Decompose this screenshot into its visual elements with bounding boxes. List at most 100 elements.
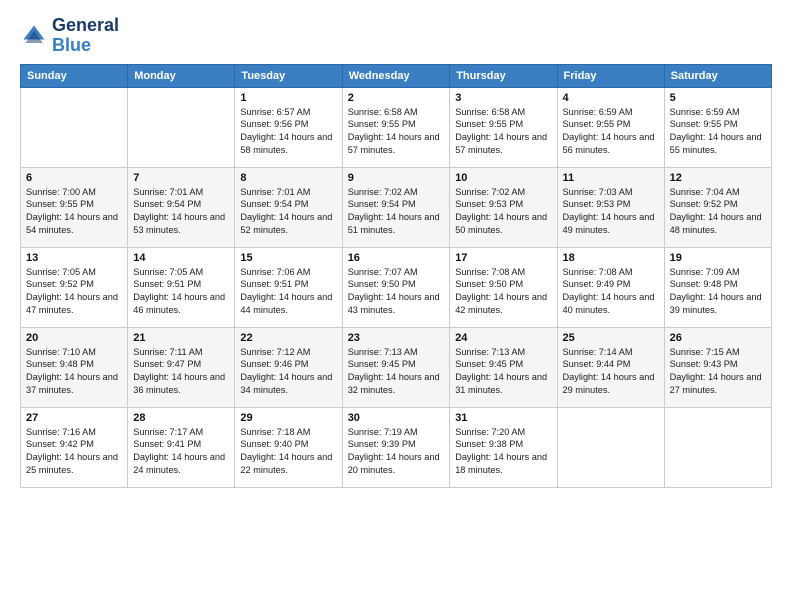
calendar-cell bbox=[21, 87, 128, 167]
calendar-cell bbox=[664, 407, 771, 487]
calendar-cell: 2 Sunrise: 6:58 AM Sunset: 9:55 PM Daylig… bbox=[342, 87, 450, 167]
day-number: 23 bbox=[348, 332, 445, 344]
calendar-cell: 16 Sunrise: 7:07 AM Sunset: 9:50 PM Dayli… bbox=[342, 247, 450, 327]
day-number: 3 bbox=[455, 92, 551, 104]
day-of-week-header: Sunday bbox=[21, 64, 128, 87]
calendar-week-row: 27 Sunrise: 7:16 AM Sunset: 9:42 PM Dayli… bbox=[21, 407, 772, 487]
calendar-cell: 26Sunrise: 7:15 AM Sunset: 9:43 PM Dayli… bbox=[664, 327, 771, 407]
calendar-cell bbox=[557, 407, 664, 487]
day-info: Sunrise: 6:58 AM Sunset: 9:55 PM Dayligh… bbox=[455, 106, 551, 158]
calendar-cell: 21 Sunrise: 7:11 AM Sunset: 9:47 PM Dayli… bbox=[128, 327, 235, 407]
day-number: 9 bbox=[348, 172, 445, 184]
day-info: Sunrise: 7:06 AM Sunset: 9:51 PM Dayligh… bbox=[240, 266, 336, 318]
calendar-week-row: 13 Sunrise: 7:05 AM Sunset: 9:52 PM Dayli… bbox=[21, 247, 772, 327]
calendar-cell: 18Sunrise: 7:08 AM Sunset: 9:49 PM Dayli… bbox=[557, 247, 664, 327]
calendar-cell: 3 Sunrise: 6:58 AM Sunset: 9:55 PM Daylig… bbox=[450, 87, 557, 167]
day-number: 24 bbox=[455, 332, 551, 344]
day-of-week-header: Thursday bbox=[450, 64, 557, 87]
calendar-cell: 24Sunrise: 7:13 AM Sunset: 9:45 PM Dayli… bbox=[450, 327, 557, 407]
calendar-cell: 30 Sunrise: 7:19 AM Sunset: 9:39 PM Dayli… bbox=[342, 407, 450, 487]
calendar-cell: 12 Sunrise: 7:04 AM Sunset: 9:52 PM Dayli… bbox=[664, 167, 771, 247]
day-number: 17 bbox=[455, 252, 551, 264]
day-number: 6 bbox=[26, 172, 122, 184]
day-of-week-header: Monday bbox=[128, 64, 235, 87]
day-info: Sunrise: 7:11 AM Sunset: 9:47 PM Dayligh… bbox=[133, 346, 229, 398]
day-info: Sunrise: 7:02 AM Sunset: 9:54 PM Dayligh… bbox=[348, 186, 445, 238]
calendar-header-row: SundayMondayTuesdayWednesdayThursdayFrid… bbox=[21, 64, 772, 87]
day-number: 13 bbox=[26, 252, 122, 264]
day-info: Sunrise: 7:10 AM Sunset: 9:48 PM Dayligh… bbox=[26, 346, 122, 398]
logo-icon bbox=[20, 22, 48, 50]
calendar-cell: 19 Sunrise: 7:09 AM Sunset: 9:48 PM Dayli… bbox=[664, 247, 771, 327]
day-number: 1 bbox=[240, 92, 336, 104]
day-number: 12 bbox=[670, 172, 766, 184]
day-number: 31 bbox=[455, 412, 551, 424]
day-number: 25 bbox=[563, 332, 659, 344]
day-info: Sunrise: 7:20 AM Sunset: 9:38 PM Dayligh… bbox=[455, 426, 551, 478]
calendar-cell: 22 Sunrise: 7:12 AM Sunset: 9:46 PM Dayli… bbox=[235, 327, 342, 407]
day-number: 20 bbox=[26, 332, 122, 344]
day-number: 2 bbox=[348, 92, 445, 104]
calendar-cell: 14 Sunrise: 7:05 AM Sunset: 9:51 PM Dayli… bbox=[128, 247, 235, 327]
day-number: 14 bbox=[133, 252, 229, 264]
day-info: Sunrise: 7:05 AM Sunset: 9:51 PM Dayligh… bbox=[133, 266, 229, 318]
day-number: 16 bbox=[348, 252, 445, 264]
day-info: Sunrise: 7:13 AM Sunset: 9:45 PM Dayligh… bbox=[348, 346, 445, 398]
day-info: Sunrise: 7:04 AM Sunset: 9:52 PM Dayligh… bbox=[670, 186, 766, 238]
header: General Blue bbox=[20, 16, 772, 56]
day-info: Sunrise: 6:57 AM Sunset: 9:56 PM Dayligh… bbox=[240, 106, 336, 158]
day-info: Sunrise: 6:58 AM Sunset: 9:55 PM Dayligh… bbox=[348, 106, 445, 158]
day-info: Sunrise: 7:16 AM Sunset: 9:42 PM Dayligh… bbox=[26, 426, 122, 478]
day-info: Sunrise: 7:01 AM Sunset: 9:54 PM Dayligh… bbox=[133, 186, 229, 238]
day-info: Sunrise: 6:59 AM Sunset: 9:55 PM Dayligh… bbox=[563, 106, 659, 158]
day-info: Sunrise: 7:12 AM Sunset: 9:46 PM Dayligh… bbox=[240, 346, 336, 398]
day-info: Sunrise: 7:05 AM Sunset: 9:52 PM Dayligh… bbox=[26, 266, 122, 318]
calendar-week-row: 1 Sunrise: 6:57 AM Sunset: 9:56 PM Daylig… bbox=[21, 87, 772, 167]
calendar-week-row: 6 Sunrise: 7:00 AM Sunset: 9:55 PM Daylig… bbox=[21, 167, 772, 247]
day-info: Sunrise: 7:09 AM Sunset: 9:48 PM Dayligh… bbox=[670, 266, 766, 318]
day-number: 27 bbox=[26, 412, 122, 424]
day-info: Sunrise: 7:07 AM Sunset: 9:50 PM Dayligh… bbox=[348, 266, 445, 318]
day-info: Sunrise: 7:15 AM Sunset: 9:43 PM Dayligh… bbox=[670, 346, 766, 398]
day-number: 22 bbox=[240, 332, 336, 344]
day-info: Sunrise: 7:19 AM Sunset: 9:39 PM Dayligh… bbox=[348, 426, 445, 478]
day-number: 10 bbox=[455, 172, 551, 184]
calendar-cell: 7Sunrise: 7:01 AM Sunset: 9:54 PM Daylig… bbox=[128, 167, 235, 247]
day-number: 8 bbox=[240, 172, 336, 184]
day-of-week-header: Friday bbox=[557, 64, 664, 87]
calendar-table: SundayMondayTuesdayWednesdayThursdayFrid… bbox=[20, 64, 772, 488]
calendar-cell: 8 Sunrise: 7:01 AM Sunset: 9:54 PM Daylig… bbox=[235, 167, 342, 247]
day-number: 18 bbox=[563, 252, 659, 264]
day-info: Sunrise: 7:14 AM Sunset: 9:44 PM Dayligh… bbox=[563, 346, 659, 398]
calendar-cell bbox=[128, 87, 235, 167]
day-of-week-header: Wednesday bbox=[342, 64, 450, 87]
calendar-cell: 28 Sunrise: 7:17 AM Sunset: 9:41 PM Dayli… bbox=[128, 407, 235, 487]
day-number: 15 bbox=[240, 252, 336, 264]
calendar-cell: 25 Sunrise: 7:14 AM Sunset: 9:44 PM Dayli… bbox=[557, 327, 664, 407]
day-info: Sunrise: 7:18 AM Sunset: 9:40 PM Dayligh… bbox=[240, 426, 336, 478]
calendar-cell: 23 Sunrise: 7:13 AM Sunset: 9:45 PM Dayli… bbox=[342, 327, 450, 407]
day-number: 19 bbox=[670, 252, 766, 264]
calendar-cell: 11 Sunrise: 7:03 AM Sunset: 9:53 PM Dayli… bbox=[557, 167, 664, 247]
calendar-cell: 4 Sunrise: 6:59 AM Sunset: 9:55 PM Daylig… bbox=[557, 87, 664, 167]
calendar-cell: 13 Sunrise: 7:05 AM Sunset: 9:52 PM Dayli… bbox=[21, 247, 128, 327]
calendar-cell: 20 Sunrise: 7:10 AM Sunset: 9:48 PM Dayli… bbox=[21, 327, 128, 407]
day-info: Sunrise: 6:59 AM Sunset: 9:55 PM Dayligh… bbox=[670, 106, 766, 158]
day-info: Sunrise: 7:02 AM Sunset: 9:53 PM Dayligh… bbox=[455, 186, 551, 238]
day-of-week-header: Tuesday bbox=[235, 64, 342, 87]
day-of-week-header: Saturday bbox=[664, 64, 771, 87]
day-number: 30 bbox=[348, 412, 445, 424]
calendar-cell: 1 Sunrise: 6:57 AM Sunset: 9:56 PM Daylig… bbox=[235, 87, 342, 167]
logo-text: General Blue bbox=[52, 16, 119, 56]
day-number: 28 bbox=[133, 412, 229, 424]
day-info: Sunrise: 7:03 AM Sunset: 9:53 PM Dayligh… bbox=[563, 186, 659, 238]
calendar-cell: 9 Sunrise: 7:02 AM Sunset: 9:54 PM Daylig… bbox=[342, 167, 450, 247]
day-info: Sunrise: 7:00 AM Sunset: 9:55 PM Dayligh… bbox=[26, 186, 122, 238]
day-number: 29 bbox=[240, 412, 336, 424]
day-number: 21 bbox=[133, 332, 229, 344]
day-info: Sunrise: 7:01 AM Sunset: 9:54 PM Dayligh… bbox=[240, 186, 336, 238]
calendar-cell: 5Sunrise: 6:59 AM Sunset: 9:55 PM Daylig… bbox=[664, 87, 771, 167]
day-number: 4 bbox=[563, 92, 659, 104]
day-info: Sunrise: 7:17 AM Sunset: 9:41 PM Dayligh… bbox=[133, 426, 229, 478]
day-number: 11 bbox=[563, 172, 659, 184]
